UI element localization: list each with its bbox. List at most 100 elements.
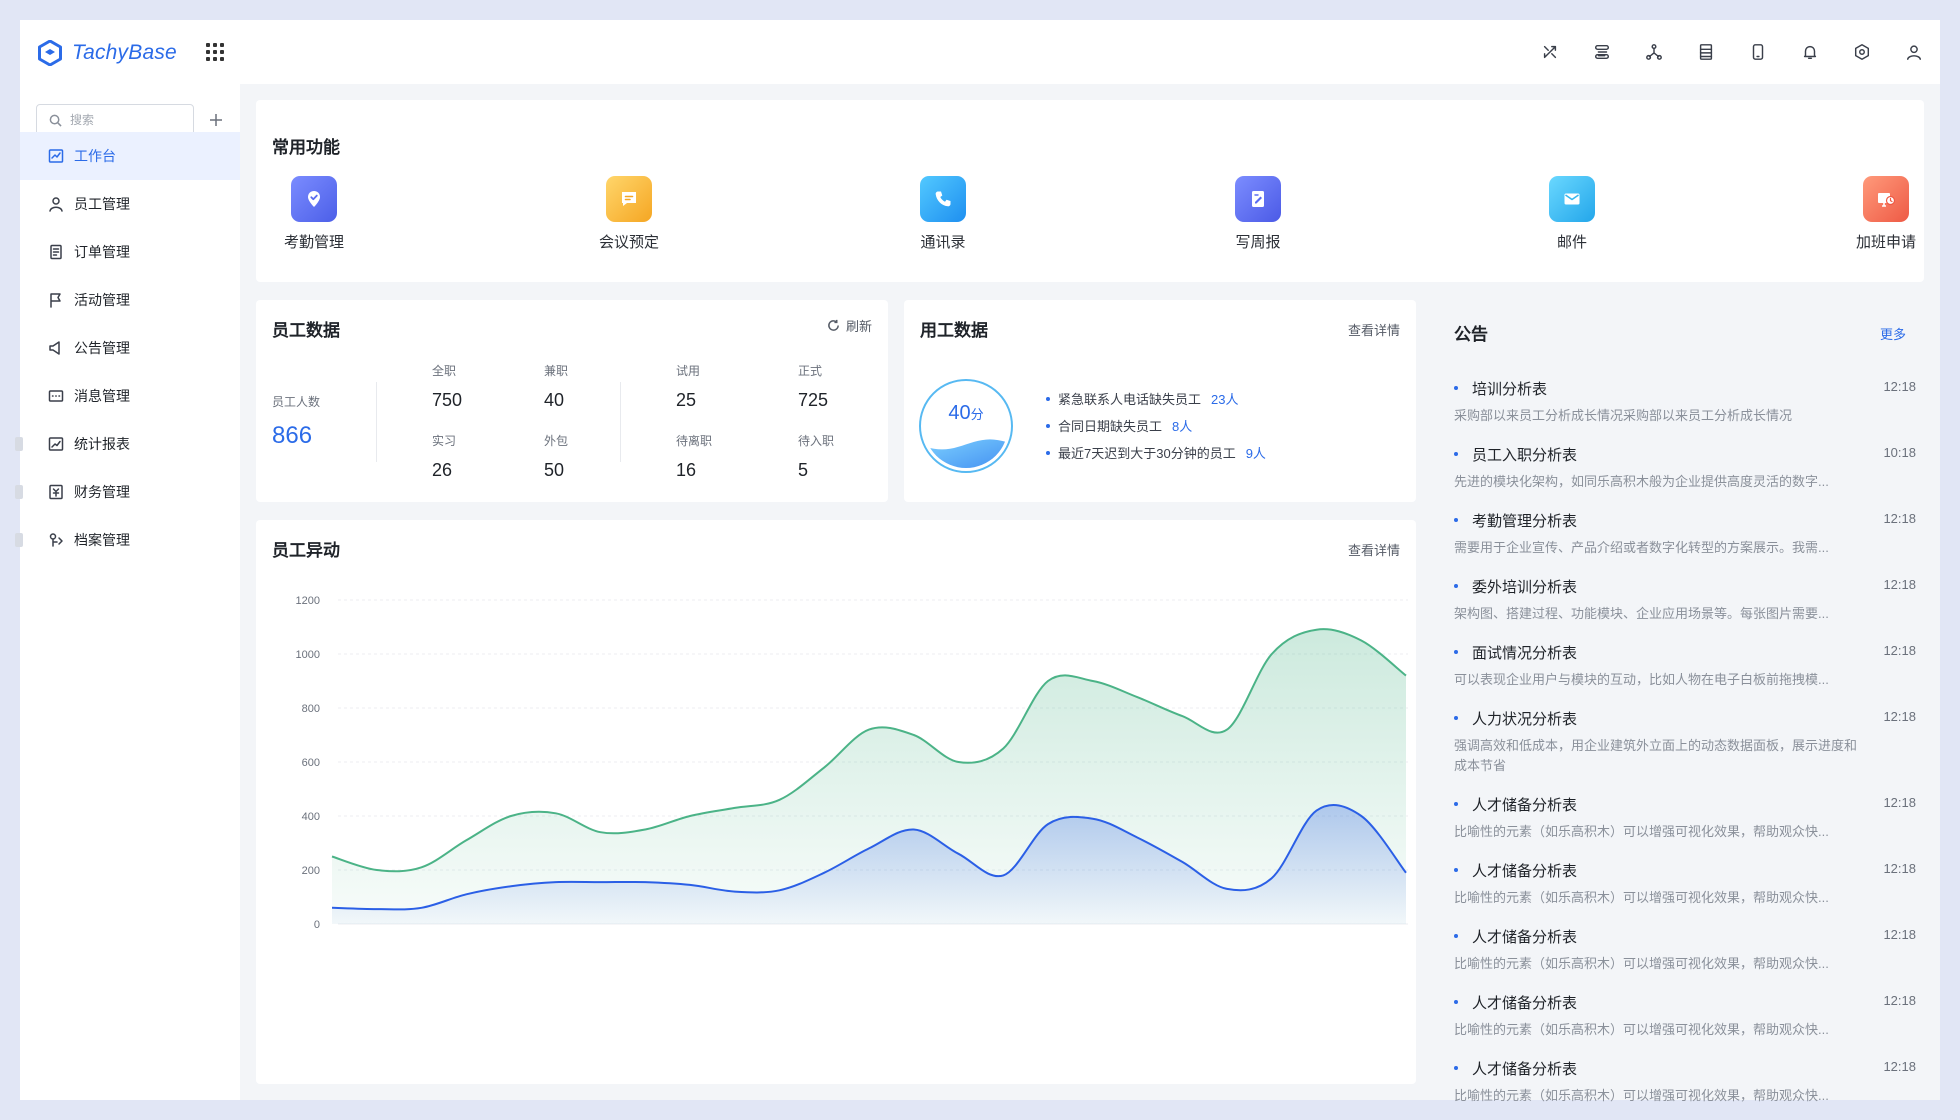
employee-total-label: 员工人数: [272, 395, 321, 409]
sidebar-item-messages[interactable]: 消息管理: [20, 372, 240, 420]
bullet-dot: [1046, 450, 1050, 455]
notice-title[interactable]: 人才储备分析表: [1472, 1058, 1577, 1079]
user-icon[interactable]: [1888, 20, 1940, 84]
notice-title[interactable]: 培训分析表: [1472, 378, 1547, 399]
sidebar-item-employees[interactable]: 员工管理: [20, 180, 240, 228]
notice-title[interactable]: 人力状况分析表: [1472, 708, 1577, 729]
refresh-button[interactable]: 刷新: [827, 316, 872, 335]
network-icon[interactable]: [1628, 20, 1680, 84]
bullet-dot: [1454, 650, 1458, 654]
chart-icon: [48, 437, 64, 451]
notice-header: 人力状况分析表 12:18: [1454, 707, 1916, 729]
employee-data-card: 员工数据 刷新 员工人数 866 全职 750 兼职 40 试用 25 正式 7…: [256, 300, 888, 502]
usage-stat[interactable]: 紧急联系人电话缺失员工 23人: [1046, 389, 1238, 408]
notice-header: 培训分析表 12:18: [1454, 377, 1916, 399]
notice-title[interactable]: 人才储备分析表: [1472, 794, 1577, 815]
sidebar-item-announcements[interactable]: 公告管理: [20, 324, 240, 372]
notice-title[interactable]: 员工入职分析表: [1472, 444, 1577, 465]
notice-title[interactable]: 人才储备分析表: [1472, 926, 1577, 947]
notice-header: 人才储备分析表 12:18: [1454, 1057, 1916, 1079]
notice-item[interactable]: 委外培训分析表 12:18 架构图、搭建过程、功能模块、企业应用场景等。每张图片需要…: [1454, 575, 1916, 624]
usage-stat-count[interactable]: 9人: [1246, 443, 1266, 462]
search-icon: [49, 114, 62, 127]
notice-item[interactable]: 面试情况分析表 12:18 可以表现企业用户与模块的互动，比如人物在电子白板前拖拽模…: [1454, 641, 1916, 690]
quick-mail[interactable]: 邮件: [1512, 176, 1632, 252]
notice-item[interactable]: 培训分析表 12:18 采购部以来员工分析成长情况采购部以来员工分析成长情况: [1454, 377, 1916, 426]
quick-label: 通讯录: [920, 234, 966, 251]
sidebar-item-label: 活动管理: [74, 292, 130, 308]
sidebar-item-finance[interactable]: 财务管理: [15, 468, 240, 516]
notice-time: 12:18: [1883, 379, 1916, 394]
notice-title[interactable]: 委外培训分析表: [1472, 576, 1577, 597]
refresh-icon: [828, 319, 839, 331]
mobile-icon[interactable]: [1732, 20, 1784, 84]
usage-stat[interactable]: 最近7天迟到大于30分钟的员工 9人: [1046, 443, 1266, 462]
sidebar-item-activities[interactable]: 活动管理: [20, 276, 240, 324]
notice-header: 人才储备分析表 12:18: [1454, 793, 1916, 815]
mail-icon: [1549, 176, 1595, 222]
notice-item[interactable]: 人才储备分析表 12:18 比喻性的元素（如乐高积木）可以增强可视化效果，帮助观众快…: [1454, 859, 1916, 908]
score-number: 40: [948, 402, 971, 424]
collapse-handle[interactable]: [15, 437, 23, 451]
notice-item[interactable]: 人才储备分析表 12:18 比喻性的元素（如乐高积木）可以增强可视化效果，帮助观众快…: [1454, 793, 1916, 842]
quick-weekly-report[interactable]: 写周报: [1198, 176, 1318, 252]
collapse-handle[interactable]: [15, 485, 23, 499]
notice-description: 先进的模块化架构，如同乐高积木般为企业提供高度灵活的数字...: [1454, 474, 1829, 489]
notice-title[interactable]: 人才储备分析表: [1472, 992, 1577, 1013]
quick-overtime[interactable]: 加班申请: [1826, 176, 1946, 252]
stat-label: 待离职: [676, 434, 713, 448]
sidebar-item-workbench[interactable]: 工作台: [20, 132, 240, 180]
sidebar-item-label: 公告管理: [74, 340, 130, 356]
quick-label: 写周报: [1235, 234, 1281, 251]
stat-value: 16: [676, 460, 697, 480]
settings-icon[interactable]: [1836, 20, 1888, 84]
quick-attendance[interactable]: 考勤管理: [254, 176, 374, 252]
score-gauge: [919, 379, 1013, 473]
quick-functions-card: 常用功能 考勤管理 会议预定 通讯录 写周报 邮件 加班申请: [256, 100, 1924, 282]
notice-item[interactable]: 人才储备分析表 12:18 比喻性的元素（如乐高积木）可以增强可视化效果，帮助观众快…: [1454, 925, 1916, 974]
y-tick-label: 400: [302, 811, 320, 823]
usage-view-details-link[interactable]: 查看详情: [1348, 320, 1400, 339]
overtime-icon: [1863, 176, 1909, 222]
usage-stat-count[interactable]: 23人: [1211, 389, 1238, 408]
y-tick-label: 0: [314, 919, 320, 931]
dashboard-icon: [48, 149, 64, 163]
quick-contacts[interactable]: 通讯录: [883, 176, 1003, 252]
plus-icon: [210, 114, 222, 126]
sidebar-item-label: 统计报表: [74, 436, 130, 452]
notice-item[interactable]: 人才储备分析表 12:18 比喻性的元素（如乐高积木）可以增强可视化效果，帮助观众快…: [1454, 1057, 1916, 1106]
bullet-dot: [1454, 518, 1458, 522]
quick-label: 会议预定: [598, 234, 659, 251]
notice-item[interactable]: 人力状况分析表 12:18 强调高效和低成本，用企业建筑外立面上的动态数据面板，展示…: [1454, 707, 1916, 776]
quick-meeting[interactable]: 会议预定: [569, 176, 689, 252]
sidebar-item-reports[interactable]: 统计报表: [15, 420, 240, 468]
report-icon: [1235, 176, 1281, 222]
employee-changes-chart: 0 200 400 600 800 1000 1200: [296, 595, 1408, 931]
search-input[interactable]: [70, 113, 180, 127]
collapse-handle[interactable]: [15, 533, 23, 547]
person-icon: [49, 197, 63, 212]
logo-icon: [38, 40, 62, 66]
add-button[interactable]: [206, 110, 226, 130]
y-tick-label: 1000: [296, 649, 320, 661]
notice-title[interactable]: 人才储备分析表: [1472, 860, 1577, 881]
tools-icon[interactable]: [1524, 20, 1576, 84]
notice-item[interactable]: 员工入职分析表 10:18 先进的模块化架构，如同乐高积木般为企业提供高度灵活的数字…: [1454, 443, 1916, 492]
notice-title[interactable]: 面试情况分析表: [1472, 642, 1577, 663]
meeting-icon: [606, 176, 652, 222]
sidebar-item-archives[interactable]: 档案管理: [15, 516, 240, 564]
usage-stat[interactable]: 合同日期缺失员工 8人: [1046, 416, 1192, 435]
chart-series: [331, 628, 1407, 924]
usage-stat-count[interactable]: 8人: [1172, 416, 1192, 435]
notice-item[interactable]: 考勤管理分析表 12:18 需要用于企业宣传、产品介绍或者数字化转型的方案展示。我需…: [1454, 509, 1916, 558]
apps-grid-icon[interactable]: [206, 43, 224, 61]
layers-icon[interactable]: [1576, 20, 1628, 84]
bell-icon[interactable]: [1784, 20, 1836, 84]
stat-label: 试用: [676, 364, 701, 378]
logo[interactable]: TachyBase: [38, 38, 177, 68]
notice-item[interactable]: 人才储备分析表 12:18 比喻性的元素（如乐高积木）可以增强可视化效果，帮助观众快…: [1454, 991, 1916, 1040]
sidebar-item-orders[interactable]: 订单管理: [20, 228, 240, 276]
database-icon[interactable]: [1680, 20, 1732, 84]
notices-more-link[interactable]: 更多: [1880, 324, 1906, 343]
notice-title[interactable]: 考勤管理分析表: [1472, 510, 1577, 531]
